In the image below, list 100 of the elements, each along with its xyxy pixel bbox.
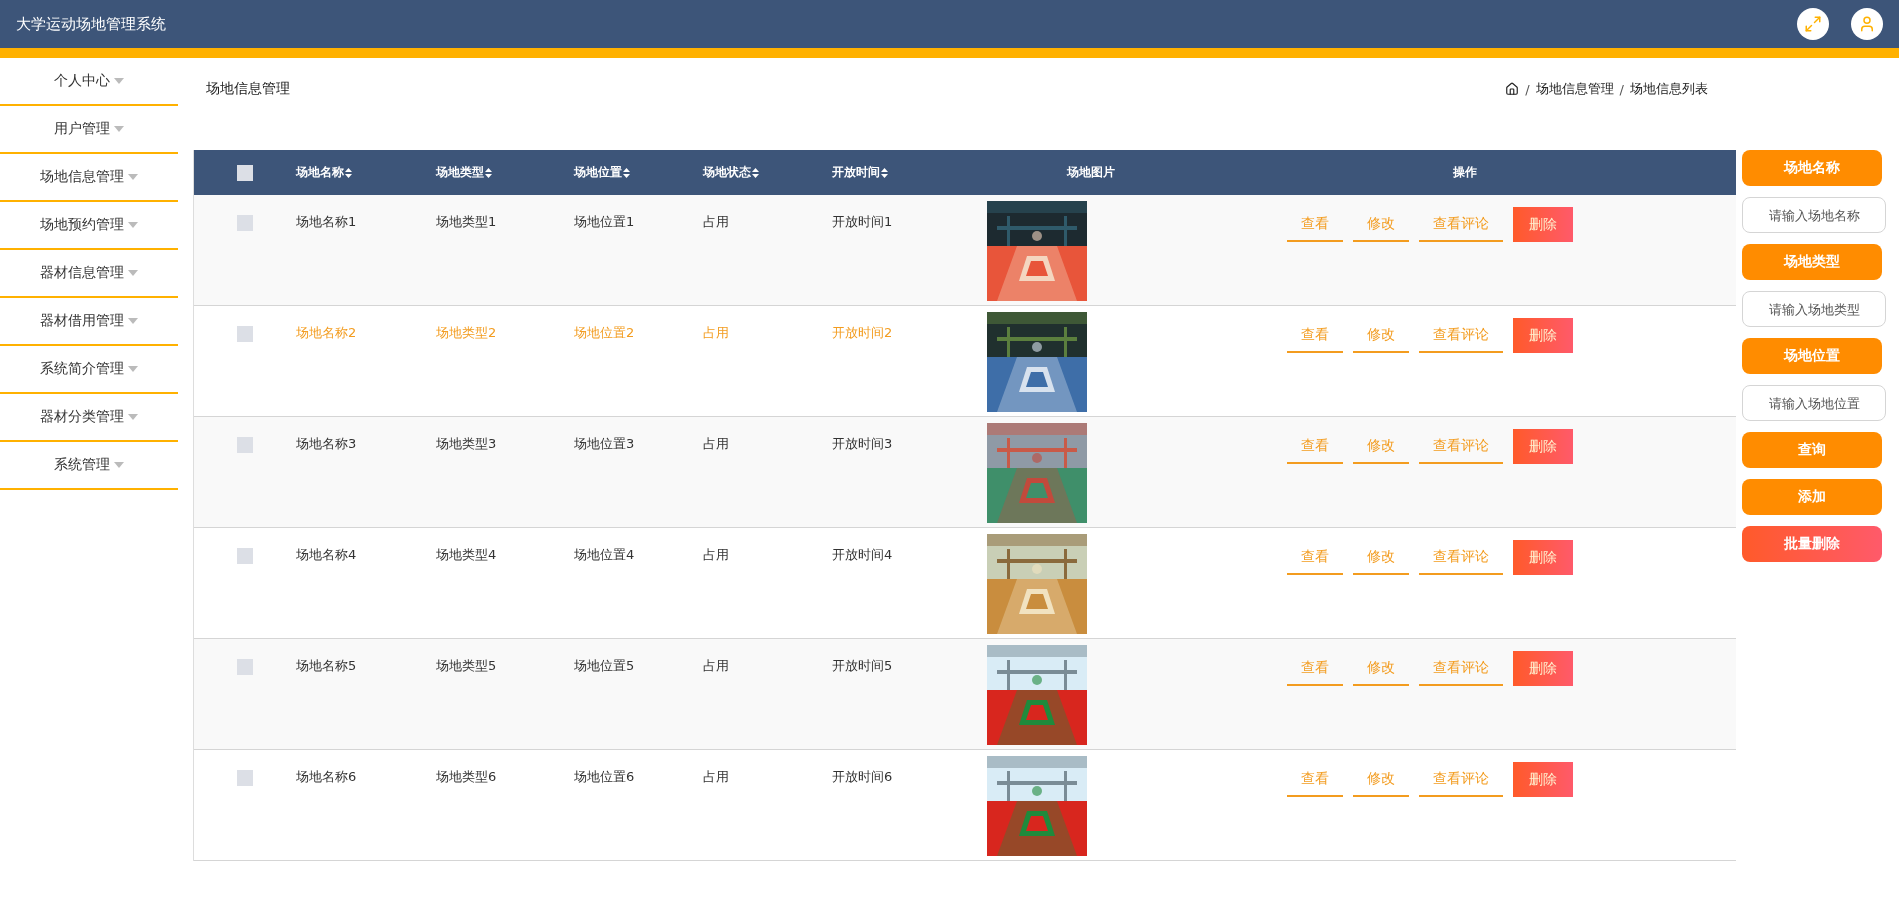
row-checkbox[interactable] xyxy=(237,326,253,342)
search-field[interactable]: 请输入场地名称 xyxy=(1742,197,1886,233)
column-header: 场地图片 xyxy=(1066,164,1115,181)
table-cell: 场地位置5 xyxy=(574,658,635,673)
sidebar-item[interactable]: 系统简介管理 xyxy=(0,346,178,394)
sort-icon[interactable] xyxy=(623,167,630,178)
breadcrumb-item[interactable]: 场地信息列表 xyxy=(1630,80,1708,98)
home-icon[interactable] xyxy=(1505,82,1520,96)
column-header: 开放时间 xyxy=(832,164,880,181)
sidebar-item[interactable]: 场地信息管理 xyxy=(0,154,178,202)
fullscreen-icon[interactable] xyxy=(1797,8,1829,40)
row-checkbox[interactable] xyxy=(237,659,253,675)
column-header: 场地位置 xyxy=(574,164,622,181)
sidebar-item[interactable]: 器材借用管理 xyxy=(0,298,178,346)
row-checkbox[interactable] xyxy=(237,437,253,453)
action-button[interactable]: 查看评论 xyxy=(1419,318,1503,353)
caret-icon xyxy=(114,126,124,132)
action-button[interactable]: 查看评论 xyxy=(1419,762,1503,797)
action-button[interactable]: 修改 xyxy=(1353,762,1409,797)
table-cell: 场地名称4 xyxy=(296,547,357,562)
sort-icon[interactable] xyxy=(881,167,888,178)
action-button[interactable]: 修改 xyxy=(1353,207,1409,242)
table-cell: 占用 xyxy=(703,658,729,673)
table-cell: 场地位置1 xyxy=(574,214,635,229)
row-checkbox[interactable] xyxy=(237,548,253,564)
row-checkbox[interactable] xyxy=(237,215,253,231)
table-cell: 占用 xyxy=(703,769,729,784)
action-button[interactable]: 修改 xyxy=(1353,318,1409,353)
field-label-button[interactable]: 场地类型 xyxy=(1742,244,1882,280)
table-cell: 场地类型2 xyxy=(436,325,497,340)
table-cell: 场地类型1 xyxy=(436,214,497,229)
delete-button[interactable]: 删除 xyxy=(1513,540,1573,575)
table-cell: 场地类型4 xyxy=(436,547,497,562)
delete-button[interactable]: 删除 xyxy=(1513,429,1573,464)
table-cell: 占用 xyxy=(703,436,729,451)
delete-button[interactable]: 删除 xyxy=(1513,762,1573,797)
table-cell: 场地名称2 xyxy=(296,325,357,340)
sidebar-item[interactable]: 系统管理 xyxy=(0,442,178,490)
sidebar-item[interactable]: 场地预约管理 xyxy=(0,202,178,250)
sort-icon[interactable] xyxy=(345,167,352,178)
sort-icon[interactable] xyxy=(752,167,759,178)
column-header: 场地名称 xyxy=(296,164,344,181)
action-button[interactable]: 修改 xyxy=(1353,429,1409,464)
column-header: 操作 xyxy=(1453,164,1477,181)
panel-button[interactable]: 查询 xyxy=(1742,432,1882,468)
sidebar-item[interactable]: 器材分类管理 xyxy=(0,394,178,442)
batch-delete-button[interactable]: 批量删除 xyxy=(1742,526,1882,562)
table-cell: 开放时间2 xyxy=(832,325,893,340)
column-header: 场地状态 xyxy=(703,164,751,181)
caret-icon xyxy=(128,270,138,276)
table-cell: 开放时间6 xyxy=(832,769,893,784)
action-button[interactable]: 查看 xyxy=(1287,207,1343,242)
action-button[interactable]: 查看评论 xyxy=(1419,651,1503,686)
action-button[interactable]: 查看 xyxy=(1287,540,1343,575)
action-button[interactable]: 查看评论 xyxy=(1419,429,1503,464)
table-cell: 开放时间4 xyxy=(832,547,893,562)
table-cell: 场地类型3 xyxy=(436,436,497,451)
table-cell: 占用 xyxy=(703,325,729,340)
caret-icon xyxy=(128,222,138,228)
delete-button[interactable]: 删除 xyxy=(1513,651,1573,686)
search-field[interactable]: 请输入场地位置 xyxy=(1742,385,1886,421)
action-button[interactable]: 修改 xyxy=(1353,540,1409,575)
caret-icon xyxy=(128,318,138,324)
action-button[interactable]: 查看 xyxy=(1287,318,1343,353)
page-title: 场地信息管理 xyxy=(205,80,290,98)
table-cell: 开放时间5 xyxy=(832,658,893,673)
caret-icon xyxy=(114,78,124,84)
column-header: 场地类型 xyxy=(436,164,484,181)
sidebar-item[interactable]: 器材信息管理 xyxy=(0,250,178,298)
table-cell: 场地名称1 xyxy=(296,214,357,229)
action-button[interactable]: 查看 xyxy=(1287,429,1343,464)
caret-icon xyxy=(128,174,138,180)
sidebar-item[interactable]: 个人中心 xyxy=(0,58,178,106)
sort-icon[interactable] xyxy=(485,167,492,178)
action-button[interactable]: 修改 xyxy=(1353,651,1409,686)
delete-button[interactable]: 删除 xyxy=(1513,207,1573,242)
field-label-button[interactable]: 场地位置 xyxy=(1742,338,1882,374)
caret-icon xyxy=(128,366,138,372)
table-cell: 占用 xyxy=(703,547,729,562)
action-button[interactable]: 查看评论 xyxy=(1419,540,1503,575)
sidebar-item[interactable]: 用户管理 xyxy=(0,106,178,154)
delete-button[interactable]: 删除 xyxy=(1513,318,1573,353)
table-cell: 场地位置4 xyxy=(574,547,635,562)
table-cell: 场地名称6 xyxy=(296,769,357,784)
table-cell: 场地位置3 xyxy=(574,436,635,451)
search-field[interactable]: 请输入场地类型 xyxy=(1742,291,1886,327)
action-button[interactable]: 查看 xyxy=(1287,762,1343,797)
field-label-button[interactable]: 场地名称 xyxy=(1742,150,1882,186)
panel-button[interactable]: 添加 xyxy=(1742,479,1882,515)
breadcrumb-item[interactable]: 场地信息管理 xyxy=(1535,80,1614,98)
user-icon[interactable] xyxy=(1851,8,1883,40)
table-cell: 场地类型5 xyxy=(436,658,497,673)
table-cell: 场地名称3 xyxy=(296,436,357,451)
select-all-checkbox[interactable] xyxy=(237,164,253,181)
table-cell: 开放时间1 xyxy=(832,214,893,229)
row-checkbox[interactable] xyxy=(237,770,253,786)
table-cell: 占用 xyxy=(703,214,729,229)
action-button[interactable]: 查看 xyxy=(1287,651,1343,686)
action-button[interactable]: 查看评论 xyxy=(1419,207,1503,242)
table-cell: 场地位置2 xyxy=(574,325,635,340)
